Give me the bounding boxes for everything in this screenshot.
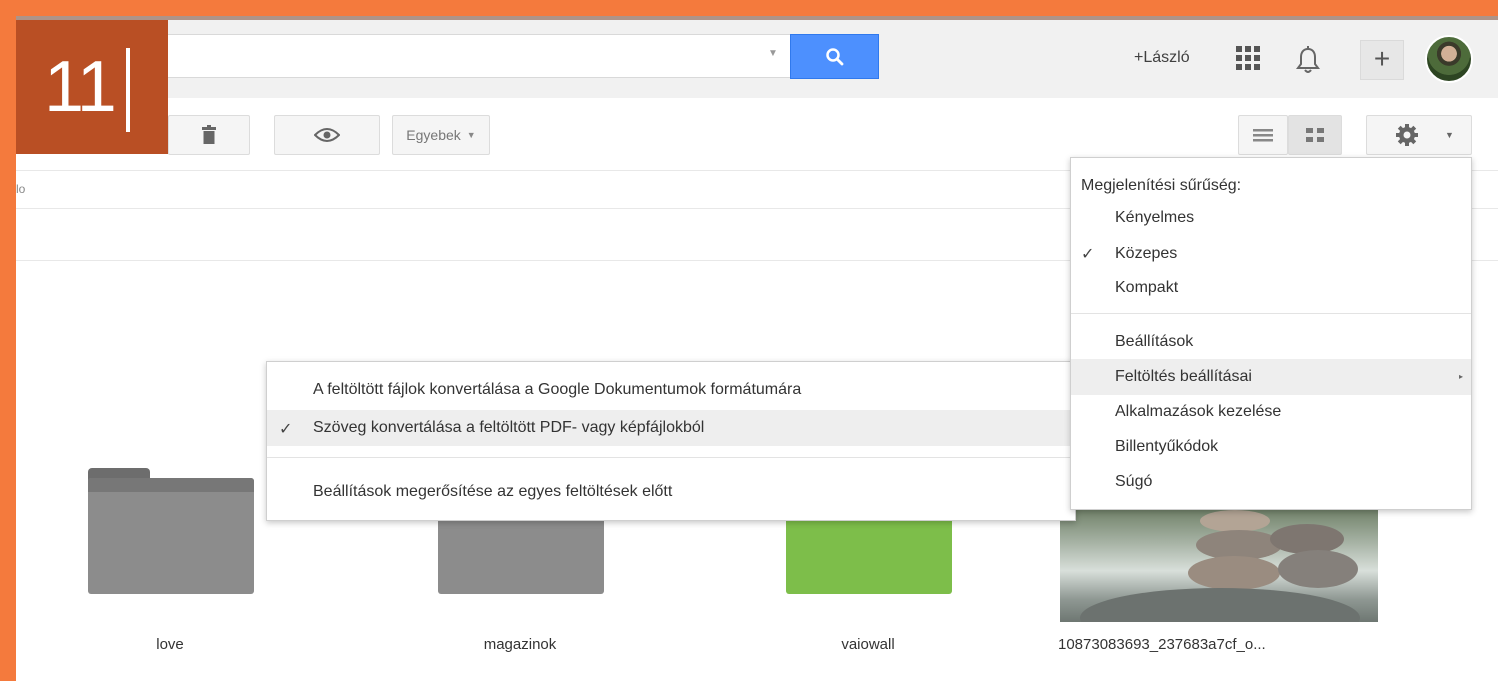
trash-icon — [202, 125, 216, 144]
search-icon — [825, 47, 843, 65]
menu-divider — [1071, 313, 1471, 314]
settings-dropdown-menu: Megjelenítési sűrűség: Kényelmes Közepes… — [1070, 157, 1472, 510]
grid-view-button[interactable] — [1288, 115, 1342, 155]
avatar[interactable] — [1425, 35, 1473, 83]
chevron-down-icon: ▼ — [466, 130, 476, 140]
share-plus-button[interactable]: + — [1360, 40, 1404, 80]
top-bar: ▼ +László + — [16, 20, 1498, 98]
checkmark-icon: ✓ — [1081, 246, 1095, 263]
step-number: 11 — [44, 47, 117, 127]
item-name-label[interactable]: vaiowall — [768, 636, 968, 653]
density-option-compact[interactable]: Kompakt — [1071, 270, 1471, 306]
menu-item-manage-apps[interactable]: Alkalmazások kezelése — [1071, 394, 1471, 430]
search-input[interactable] — [166, 34, 796, 78]
more-actions-button[interactable]: Egyebek ▼ — [392, 115, 490, 155]
menu-item-upload-settings[interactable]: Feltöltés beállításai ▸ — [1071, 359, 1471, 395]
list-view-icon — [1253, 129, 1273, 142]
gear-icon — [1396, 124, 1418, 146]
item-name-label[interactable]: magazinok — [420, 636, 620, 653]
eye-icon — [314, 128, 340, 142]
item-name-label[interactable]: love — [70, 636, 270, 653]
settings-button[interactable]: ▼ — [1366, 115, 1472, 155]
app-frame: ▼ +László + 11 Egyebek ▼ ▼ lo love magaz… — [16, 16, 1498, 681]
density-option-cozy[interactable]: Közepes — [1071, 236, 1471, 272]
chevron-right-icon: ▸ — [1458, 372, 1463, 381]
breadcrumb[interactable]: lo — [16, 182, 25, 196]
search-options-caret-icon[interactable]: ▼ — [768, 48, 778, 59]
menu-divider — [267, 457, 1075, 458]
search-button[interactable] — [790, 34, 879, 79]
more-actions-label: Egyebek — [406, 127, 461, 143]
convert-to-google-docs-option[interactable]: A feltöltött fájlok konvertálása a Googl… — [267, 372, 1075, 408]
menu-item-settings[interactable]: Beállítások — [1071, 324, 1471, 360]
density-heading: Megjelenítési sűrűség: — [1081, 177, 1242, 194]
text-cursor-bar — [126, 48, 130, 132]
checkmark-icon: ✓ — [279, 421, 293, 438]
step-number-badge: 11 — [16, 20, 168, 154]
notifications-bell-icon[interactable] — [1294, 44, 1322, 76]
upload-settings-submenu: A feltöltött fájlok konvertálása a Googl… — [266, 361, 1076, 521]
menu-item-help[interactable]: Súgó — [1071, 464, 1471, 500]
density-option-comfortable[interactable]: Kényelmes — [1071, 200, 1471, 236]
delete-button[interactable] — [168, 115, 250, 155]
confirm-before-upload-option[interactable]: Beállítások megerősítése az egyes feltöl… — [267, 474, 1075, 510]
list-view-button[interactable] — [1238, 115, 1288, 155]
chevron-down-icon: ▼ — [1445, 130, 1454, 140]
user-profile-link[interactable]: +László — [1134, 49, 1190, 67]
apps-grid-icon[interactable] — [1236, 46, 1260, 70]
grid-view-icon — [1306, 128, 1324, 142]
item-name-label[interactable]: 10873083693_237683a7cf_o... — [1058, 636, 1358, 653]
image-thumbnail[interactable] — [1060, 508, 1378, 622]
ocr-pdf-images-option[interactable]: Szöveg konvertálása a feltöltött PDF- va… — [267, 410, 1075, 446]
menu-item-keyboard-shortcuts[interactable]: Billentyűkódok — [1071, 429, 1471, 465]
folder-tile[interactable] — [88, 462, 254, 594]
preview-button[interactable] — [274, 115, 380, 155]
